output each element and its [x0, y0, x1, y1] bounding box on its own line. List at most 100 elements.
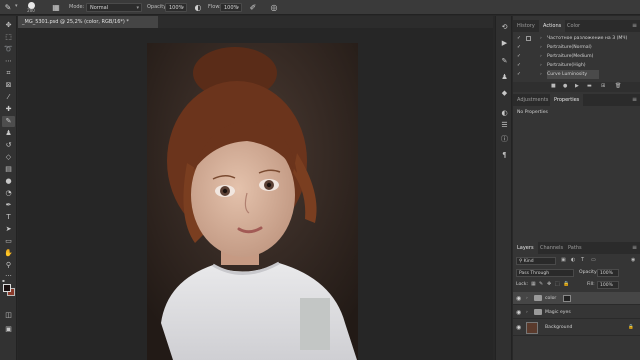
visibility-eye-icon[interactable]: ◉ [516, 292, 521, 305]
expand-arrow-icon[interactable]: › [540, 52, 542, 61]
tab-history[interactable]: History [513, 20, 539, 32]
checkmark-icon[interactable]: ✓ [517, 70, 521, 79]
screen-mode-icon[interactable]: ▣ [2, 324, 15, 335]
lock-position-icon[interactable]: ✥ [547, 281, 551, 287]
pressure-size-icon[interactable]: ◎ [268, 0, 280, 15]
properties-panel-icon[interactable]: ☰ [499, 120, 510, 130]
tab-actions[interactable]: Actions [539, 20, 566, 32]
color-panel-icon[interactable]: ◆ [499, 88, 510, 98]
tab-color[interactable]: Color [563, 20, 584, 32]
action-item[interactable]: ✓ › Portraiture(Medium) [513, 52, 640, 61]
lock-artboard-icon[interactable]: ⬚ [555, 281, 560, 287]
filter-shape-icon[interactable]: ▭ [591, 257, 596, 263]
layer-row-magic-eyes[interactable]: ◉ › Magic eyes [513, 306, 640, 319]
layer-row-color[interactable]: ◉ › color [513, 292, 640, 305]
stop-icon[interactable]: ■ [551, 83, 556, 89]
tab-layers[interactable]: Layers [513, 242, 538, 254]
rectangle-tool-icon[interactable]: ▭ [2, 236, 15, 247]
actions-panel-icon[interactable]: ▶ [499, 38, 510, 48]
info-panel-icon[interactable]: ⓘ [499, 134, 510, 144]
blend-mode-select[interactable]: Pass Through [516, 269, 574, 277]
filter-adjustment-icon[interactable]: ◐ [571, 257, 575, 263]
tab-adjustments[interactable]: Adjustments [513, 94, 552, 106]
visibility-eye-icon[interactable]: ◉ [516, 320, 521, 336]
trash-icon[interactable]: 🗑 [615, 83, 621, 89]
flow-field[interactable]: 100% ▾ [220, 3, 242, 12]
hand-tool-icon[interactable]: ✋ [2, 248, 15, 259]
checkmark-icon[interactable]: ✓ [517, 34, 521, 43]
quick-mask-icon[interactable]: ◫ [2, 310, 15, 321]
zoom-tool-icon[interactable]: ⚲ [2, 260, 15, 271]
panel-menu-icon[interactable]: ≡ [632, 242, 637, 254]
fill-field[interactable]: 100% [597, 281, 619, 289]
type-tool-icon[interactable]: T [2, 212, 15, 223]
airbrush-icon[interactable]: ✐ [247, 0, 259, 15]
expand-arrow-icon[interactable]: › [526, 292, 528, 305]
mode-select[interactable]: Normal ▾ [86, 3, 142, 12]
checkmark-icon[interactable]: ✓ [517, 61, 521, 70]
new-action-icon[interactable]: ⊞ [601, 83, 605, 89]
lasso-tool-icon[interactable]: ➰ [2, 44, 15, 55]
dialog-toggle-icon[interactable] [526, 36, 531, 41]
frame-tool-icon[interactable]: ⊠ [2, 80, 15, 91]
visibility-eye-icon[interactable]: ◉ [516, 306, 521, 319]
dodge-tool-icon[interactable]: ◔ [2, 188, 15, 199]
layer-row-background[interactable]: ◉ Background 🔒 [513, 320, 640, 336]
blur-tool-icon[interactable]: ● [2, 176, 15, 187]
pen-tool-icon[interactable]: ✒ [2, 200, 15, 211]
checkmark-icon[interactable]: ✓ [517, 52, 521, 61]
clone-source-icon[interactable]: ♟ [499, 72, 510, 82]
expand-arrow-icon[interactable]: › [540, 70, 542, 79]
tab-channels[interactable]: Channels [536, 242, 567, 254]
history-panel-icon[interactable]: ⟲ [499, 22, 510, 32]
checkmark-icon[interactable]: ✓ [517, 43, 521, 52]
new-set-icon[interactable]: ▬ [587, 83, 592, 89]
path-selection-tool-icon[interactable]: ➤ [2, 224, 15, 235]
record-icon[interactable]: ● [563, 83, 567, 89]
brush-tool-icon[interactable]: ✎ [2, 0, 14, 15]
brush-preset-picker[interactable]: 200 [22, 2, 40, 13]
expand-arrow-icon[interactable]: › [540, 34, 542, 43]
brush-settings-panel-icon[interactable]: ▦ [50, 0, 62, 15]
lock-pixels-icon[interactable]: ▦ [531, 281, 536, 287]
filter-pixel-icon[interactable]: ▣ [561, 257, 566, 263]
filter-toggle-icon[interactable]: ◉ [631, 257, 635, 263]
crop-tool-icon[interactable]: ⌗ [2, 68, 15, 79]
quick-select-tool-icon[interactable]: ⋯ [2, 56, 15, 67]
gradient-tool-icon[interactable]: ▤ [2, 164, 15, 175]
eyedropper-tool-icon[interactable]: ⁄ [2, 92, 15, 103]
paragraph-panel-icon[interactable]: ¶ [499, 150, 510, 160]
brush-tool-icon[interactable]: ✎ [2, 116, 15, 127]
pressure-opacity-icon[interactable]: ◐ [192, 0, 204, 15]
tab-properties[interactable]: Properties [550, 94, 584, 106]
play-icon[interactable]: ▶ [575, 83, 579, 89]
canvas-area[interactable] [18, 28, 493, 360]
default-colors-icon[interactable]: ▪ [2, 278, 7, 283]
expand-arrow-icon[interactable]: › [540, 61, 542, 70]
portrait-photo[interactable] [147, 43, 358, 360]
lock-paint-icon[interactable]: ✎ [539, 281, 543, 287]
action-item[interactable]: ✓ › Portraiture(High) [513, 61, 640, 70]
eraser-tool-icon[interactable]: ◇ [2, 152, 15, 163]
clone-stamp-tool-icon[interactable]: ♟ [2, 128, 15, 139]
history-brush-tool-icon[interactable]: ↺ [2, 140, 15, 151]
foreground-color-swatch[interactable] [3, 284, 11, 292]
marquee-tool-icon[interactable]: ⬚ [2, 32, 15, 43]
expand-arrow-icon[interactable]: › [526, 306, 528, 319]
opacity-field[interactable]: 100% ▾ [165, 3, 187, 12]
panel-menu-icon[interactable]: ≡ [632, 94, 637, 106]
lock-all-icon[interactable]: 🔒 [563, 281, 569, 287]
document-tab[interactable]: _MG_5301.psd @ 25,2% (color, RGB/16*) * [18, 16, 158, 28]
expand-arrow-icon[interactable]: › [540, 43, 542, 52]
healing-brush-tool-icon[interactable]: ✚ [2, 104, 15, 115]
tool-preset-caret-icon[interactable]: ▾ [15, 3, 20, 11]
layer-opacity-field[interactable]: 100% [597, 269, 619, 277]
action-item[interactable]: ✓ › Portraiture(Normal) [513, 43, 640, 52]
brushes-panel-icon[interactable]: ✎ [499, 56, 510, 66]
adjustments-panel-icon[interactable]: ◐ [499, 108, 510, 118]
tab-paths[interactable]: Paths [564, 242, 586, 254]
action-item[interactable]: ✓ › Частотное разложение на 3 (МЧ) [513, 34, 640, 43]
move-tool-icon[interactable]: ✥ [2, 20, 15, 31]
layer-filter-select[interactable]: ⚲ Kind [516, 257, 556, 265]
filter-type-icon[interactable]: T [581, 257, 584, 263]
